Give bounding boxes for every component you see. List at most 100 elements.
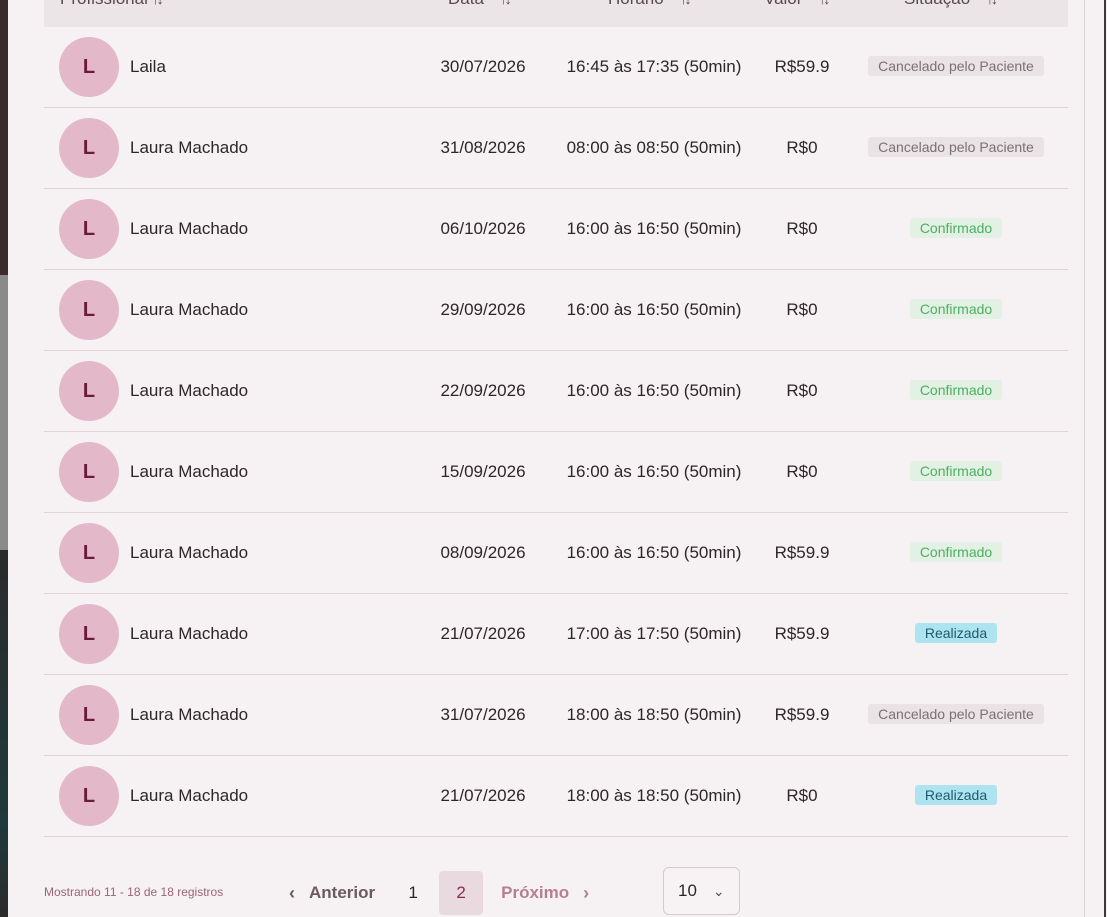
- table-row[interactable]: L Laura Machado 08/09/2026 16:00 às 16:5…: [44, 513, 1068, 594]
- appointment-value: R$0: [786, 381, 818, 400]
- table-row[interactable]: L Laila 30/07/2026 16:45 às 17:35 (50min…: [44, 27, 1068, 108]
- table-row[interactable]: L Laura Machado 22/09/2026 16:00 às 16:5…: [44, 351, 1068, 432]
- avatar: L: [59, 37, 119, 97]
- appointment-time: 16:45 às 17:35 (50min): [566, 57, 742, 76]
- pagination: ‹ Anterior 1 2 Próximo ›: [289, 870, 589, 916]
- table-footer: Mostrando 11 - 18 de 18 registros ‹ Ante…: [44, 855, 1068, 917]
- column-label: Situação: [904, 0, 970, 9]
- page-button-1[interactable]: 1: [391, 871, 435, 915]
- status-badge: Cancelado pelo Paciente: [868, 56, 1044, 76]
- status-badge: Confirmado: [909, 218, 1003, 238]
- column-label: Horário: [608, 0, 664, 9]
- sort-icon[interactable]: ↑↓: [818, 0, 830, 8]
- chevron-down-icon: ⌄: [712, 882, 725, 899]
- appointment-value: R$59.9: [774, 624, 830, 643]
- background-window-edge: [0, 0, 8, 917]
- appointment-value: R$0: [786, 462, 818, 481]
- appointment-date: 29/09/2026: [440, 300, 526, 319]
- appointment-date: 22/09/2026: [440, 381, 526, 400]
- appointment-time: 18:00 às 18:50 (50min): [566, 786, 742, 805]
- appointment-value: R$0: [786, 786, 818, 805]
- table-row[interactable]: L Laura Machado 06/10/2026 16:00 às 16:5…: [44, 189, 1068, 270]
- avatar: L: [59, 685, 119, 745]
- table-row[interactable]: L Laura Machado 31/08/2026 08:00 às 08:5…: [44, 108, 1068, 189]
- appointment-time: 16:00 às 16:50 (50min): [566, 219, 742, 238]
- professional-name: Laura Machado: [130, 300, 249, 319]
- appointment-time: 17:00 às 17:50 (50min): [566, 624, 742, 643]
- appointment-date: 31/08/2026: [440, 138, 526, 157]
- page-size-value: 10: [678, 881, 697, 900]
- status-badge: Confirmado: [909, 542, 1003, 562]
- avatar: L: [59, 604, 119, 664]
- sort-icon[interactable]: ↑↓: [152, 0, 164, 8]
- page-size-select[interactable]: 10 ⌄: [663, 867, 740, 915]
- appointment-time: 18:00 às 18:50 (50min): [566, 705, 742, 724]
- window-border: [1104, 0, 1106, 917]
- sort-icon[interactable]: ↑↓: [500, 0, 512, 8]
- status-badge: Realizada: [914, 785, 998, 805]
- column-header-time[interactable]: Horário ↑↓: [608, 0, 692, 9]
- next-page-button[interactable]: Próximo ›: [501, 883, 589, 904]
- appointment-date: 31/07/2026: [440, 705, 526, 724]
- appointments-panel: Profissional ↑↓ Data ↑↓ Horário ↑↓ Valor…: [8, 0, 1085, 917]
- professional-name: Laura Machado: [130, 786, 249, 805]
- column-label: Profissional: [60, 0, 148, 9]
- professional-name: Laila: [130, 57, 166, 76]
- appointment-value: R$0: [786, 138, 818, 157]
- column-header-date[interactable]: Data ↑↓: [448, 0, 512, 9]
- avatar: L: [59, 199, 119, 259]
- appointment-date: 30/07/2026: [440, 57, 526, 76]
- avatar: L: [59, 280, 119, 340]
- sort-icon[interactable]: ↑↓: [680, 0, 692, 8]
- appointment-time: 16:00 às 16:50 (50min): [566, 300, 742, 319]
- appointment-date: 21/07/2026: [440, 786, 526, 805]
- status-badge: Cancelado pelo Paciente: [868, 137, 1044, 157]
- professional-name: Laura Machado: [130, 381, 249, 400]
- status-badge: Realizada: [914, 623, 998, 643]
- professional-name: Laura Machado: [130, 219, 249, 238]
- table-row[interactable]: L Laura Machado 29/09/2026 16:00 às 16:5…: [44, 270, 1068, 351]
- table-row[interactable]: L Laura Machado 21/07/2026 17:00 às 17:5…: [44, 594, 1068, 675]
- column-label: Data: [448, 0, 484, 9]
- table-row[interactable]: L Laura Machado 15/09/2026 16:00 às 16:5…: [44, 432, 1068, 513]
- professional-name: Laura Machado: [130, 462, 249, 481]
- appointment-date: 21/07/2026: [440, 624, 526, 643]
- table-row[interactable]: L Laura Machado 21/07/2026 18:00 às 18:5…: [44, 756, 1068, 837]
- appointment-time: 16:00 às 16:50 (50min): [566, 462, 742, 481]
- appointment-value: R$59.9: [774, 705, 830, 724]
- professional-name: Laura Machado: [130, 138, 249, 157]
- table-row[interactable]: L Laura Machado 31/07/2026 18:00 às 18:5…: [44, 675, 1068, 756]
- appointment-date: 06/10/2026: [440, 219, 526, 238]
- appointment-value: R$59.9: [774, 57, 830, 76]
- avatar: L: [59, 118, 119, 178]
- status-badge: Cancelado pelo Paciente: [868, 704, 1044, 724]
- professional-name: Laura Machado: [130, 705, 249, 724]
- appointment-date: 08/09/2026: [440, 543, 526, 562]
- avatar: L: [59, 442, 119, 502]
- chevron-left-icon: ‹: [289, 882, 295, 903]
- professional-name: Laura Machado: [130, 543, 249, 562]
- column-label: Valor: [764, 0, 802, 9]
- table-header: Profissional ↑↓ Data ↑↓ Horário ↑↓ Valor…: [44, 0, 1068, 27]
- scrollbar-area: [1085, 0, 1107, 917]
- previous-page-button[interactable]: ‹ Anterior: [289, 883, 375, 904]
- chevron-right-icon: ›: [583, 882, 590, 903]
- next-label: Próximo: [501, 883, 570, 902]
- status-badge: Confirmado: [909, 380, 1003, 400]
- avatar: L: [59, 361, 119, 421]
- appointment-time: 16:00 às 16:50 (50min): [566, 381, 742, 400]
- avatar: L: [59, 766, 119, 826]
- appointments-table-body: L Laila 30/07/2026 16:45 às 17:35 (50min…: [44, 27, 1068, 837]
- sort-icon[interactable]: ↑↓: [986, 0, 998, 8]
- column-header-professional[interactable]: Profissional ↑↓: [60, 0, 164, 9]
- column-header-status[interactable]: Situação ↑↓: [904, 0, 998, 9]
- appointment-date: 15/09/2026: [440, 462, 526, 481]
- appointment-value: R$0: [786, 219, 818, 238]
- appointment-value: R$59.9: [774, 543, 830, 562]
- column-header-value[interactable]: Valor ↑↓: [764, 0, 830, 9]
- appointment-time: 16:00 às 16:50 (50min): [566, 543, 742, 562]
- professional-name: Laura Machado: [130, 624, 249, 643]
- page-button-2[interactable]: 2: [439, 871, 484, 915]
- previous-label: Anterior: [309, 883, 376, 902]
- appointment-time: 08:00 às 08:50 (50min): [566, 138, 742, 157]
